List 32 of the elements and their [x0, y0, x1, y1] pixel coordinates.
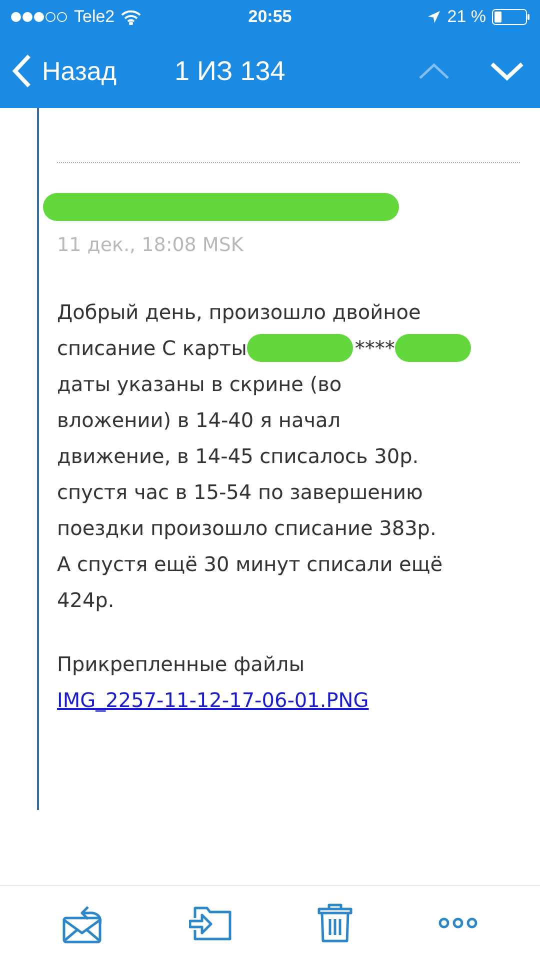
masked-digits: **** [354, 334, 395, 362]
next-button[interactable] [490, 61, 524, 81]
message-text-line: поездки произошло списание 383р. [57, 514, 438, 542]
battery-percent: 21 % [447, 6, 486, 28]
message-text-line: А спустя ещё 30 минут списали ещё [57, 550, 444, 578]
message-text-line: списание С карты [57, 334, 247, 362]
clock-time: 20:55 [248, 6, 292, 28]
message-text-line: движение, в 14-45 списалось 30р. [57, 442, 420, 470]
carrier-name: Tele2 [74, 6, 115, 28]
trash-icon [317, 903, 354, 943]
delete-button[interactable] [317, 903, 354, 943]
wifi-icon [120, 10, 141, 24]
folder-arrow-icon [188, 904, 233, 942]
chevron-up-icon [418, 62, 450, 80]
message-text-line: даты указаны в скрине (во [57, 370, 343, 398]
message-counter: 1 ИЗ 134 [174, 54, 286, 88]
battery-icon [492, 9, 530, 25]
more-button[interactable] [438, 917, 478, 929]
signal-icon [10, 11, 68, 23]
message-text-line: Добрый день, произошло двойное [57, 298, 422, 326]
message-date: 11 дек., 18:08 MSK [57, 233, 244, 258]
message-text-line: вложении) в 14-40 я начал [57, 406, 342, 434]
attachments-label: Прикрепленные файлы [57, 650, 306, 678]
move-button[interactable] [188, 904, 233, 942]
more-dots-icon [438, 917, 478, 929]
back-button[interactable]: Назад [12, 52, 116, 90]
message-text-line: 424р. [57, 586, 116, 614]
message-text-line: спустя час в 15-54 по завершению [57, 478, 424, 506]
attachment-link[interactable]: IMG_2257-11-12-17-06-01.PNG [57, 682, 369, 718]
chevron-left-icon [12, 54, 32, 88]
location-arrow-icon [427, 10, 442, 24]
chevron-down-icon [490, 61, 524, 81]
